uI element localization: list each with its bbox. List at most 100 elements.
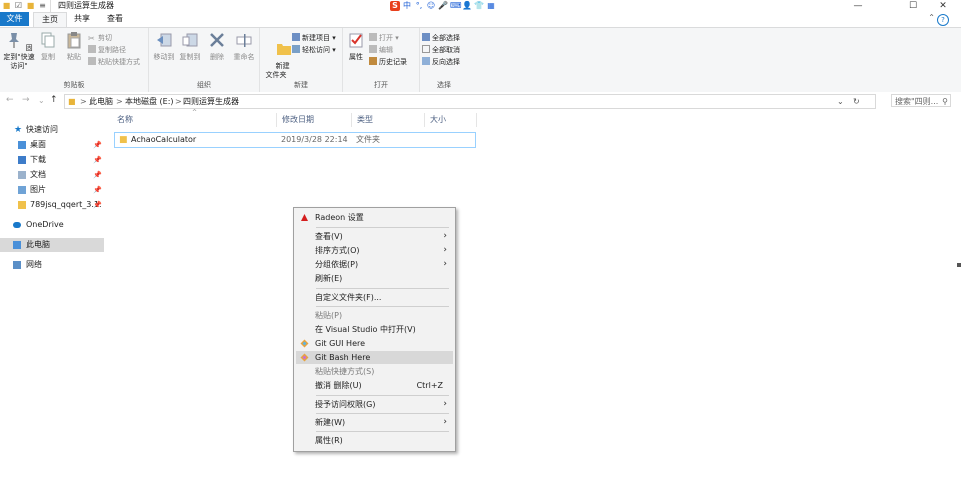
maximize-button[interactable]: ☐ bbox=[898, 0, 928, 12]
address-dropdown-icon[interactable]: ⌄ bbox=[837, 95, 844, 108]
menu-item-git-gui[interactable]: Git GUI Here bbox=[296, 337, 453, 350]
breadcrumb-current-folder[interactable]: 四则运算生成器 bbox=[183, 95, 239, 108]
tab-share[interactable]: 共享 bbox=[69, 12, 95, 26]
sogou-logo-icon[interactable]: S bbox=[390, 1, 400, 11]
search-input[interactable]: 搜索"四则... ⚲ bbox=[891, 94, 951, 107]
help-icon[interactable]: ? bbox=[937, 14, 949, 26]
menu-item-properties[interactable]: 属性(R) bbox=[296, 434, 453, 447]
select-all-button[interactable]: 全部选择 bbox=[422, 32, 460, 44]
chevron-right-icon: › bbox=[443, 231, 447, 241]
cut-button[interactable]: ✂ 剪切 bbox=[88, 32, 112, 44]
ime-shirt-icon[interactable]: 👕 bbox=[474, 1, 484, 11]
tab-view[interactable]: 查看 bbox=[101, 12, 129, 26]
paste-shortcut-button[interactable]: 粘贴快捷方式 bbox=[88, 56, 140, 68]
rename-button[interactable]: 重命名 bbox=[231, 31, 257, 62]
nav-network[interactable]: 网络 bbox=[0, 258, 104, 272]
properties-quick-icon[interactable]: ☑ bbox=[14, 1, 23, 10]
menu-item-view[interactable]: 查看(V) › bbox=[296, 230, 453, 243]
nav-item-folder[interactable]: 789jsq_qqert_3.1. 📌 bbox=[0, 198, 104, 212]
menu-item-undo-delete[interactable]: 撤消 删除(U) Ctrl+Z bbox=[296, 379, 453, 392]
menu-separator bbox=[316, 413, 449, 414]
paste-button[interactable]: 粘贴 bbox=[62, 31, 86, 62]
delete-button[interactable]: 删除 bbox=[206, 31, 228, 62]
menu-separator bbox=[316, 306, 449, 307]
menu-item-paste[interactable]: 粘贴(P) bbox=[296, 309, 453, 322]
copy-button[interactable]: 复制 bbox=[36, 31, 60, 62]
history-icon bbox=[369, 57, 377, 65]
history-button[interactable]: 历史记录 bbox=[369, 56, 407, 68]
paste-icon bbox=[67, 32, 81, 49]
column-type[interactable]: 类型 bbox=[352, 113, 425, 127]
quick-access-dropdown-icon[interactable]: ≡ bbox=[38, 1, 47, 10]
invert-selection-button[interactable]: 反向选择 bbox=[422, 56, 460, 68]
column-size[interactable]: 大小 bbox=[425, 113, 477, 127]
close-button[interactable]: ✕ bbox=[928, 0, 958, 12]
file-date: 2019/3/28 22:14 bbox=[281, 135, 348, 144]
move-to-button[interactable]: 移动到 bbox=[152, 31, 176, 62]
pin-quick-access-button[interactable]: 固定到"快速访问" bbox=[2, 31, 36, 71]
address-row: ← → ⌄ ↑ ■ > 此电脑 > 本地磁盘 (E:) > 四则运算生成器 ⌄ … bbox=[0, 92, 961, 109]
star-icon: ★ bbox=[14, 125, 23, 135]
menu-item-refresh[interactable]: 刷新(E) bbox=[296, 272, 453, 285]
breadcrumb-this-pc[interactable]: 此电脑 bbox=[89, 95, 113, 108]
tab-home[interactable]: 主页 bbox=[33, 12, 67, 27]
nav-onedrive[interactable]: OneDrive bbox=[0, 218, 104, 232]
new-item-button[interactable]: 新建项目 ▾ bbox=[292, 32, 336, 44]
nav-item-downloads[interactable]: 下载 📌 bbox=[0, 153, 104, 167]
resize-handle[interactable] bbox=[957, 263, 961, 267]
edit-button[interactable]: 编辑 bbox=[369, 44, 393, 56]
forward-button[interactable]: → bbox=[22, 95, 30, 106]
properties-button[interactable]: 属性 bbox=[345, 31, 367, 62]
menu-item-new[interactable]: 新建(W) › bbox=[296, 416, 453, 429]
sort-chevron-up-icon: ^ bbox=[192, 109, 198, 116]
copy-to-button[interactable]: 复制到 bbox=[178, 31, 202, 62]
pin-icon: 📌 bbox=[93, 156, 102, 164]
scissors-icon: ✂ bbox=[88, 34, 95, 43]
ime-toolbox-icon[interactable]: ▦ bbox=[486, 1, 496, 11]
back-button[interactable]: ← bbox=[6, 95, 14, 106]
ime-language[interactable]: 中 bbox=[402, 1, 412, 11]
table-row[interactable]: ■ AchaoCalculator 2019/3/28 22:14 文件夹 bbox=[114, 132, 476, 148]
minimize-button[interactable]: — bbox=[843, 0, 873, 12]
column-date[interactable]: 修改日期 bbox=[277, 113, 352, 127]
nav-this-pc[interactable]: 此电脑 bbox=[0, 238, 104, 252]
nav-item-desktop[interactable]: 桌面 📌 bbox=[0, 138, 104, 152]
ime-voice-icon[interactable]: 🎤 bbox=[438, 1, 448, 11]
select-none-button[interactable]: 全部取消 bbox=[422, 44, 460, 56]
menu-item-git-bash[interactable]: Git Bash Here bbox=[296, 351, 453, 364]
address-bar[interactable]: ■ > 此电脑 > 本地磁盘 (E:) > 四则运算生成器 ⌄ ↻ bbox=[64, 94, 876, 109]
new-folder-quick-icon[interactable]: ■ bbox=[26, 1, 35, 10]
cloud-icon bbox=[13, 222, 21, 228]
pin-icon: 📌 bbox=[93, 201, 102, 209]
up-button[interactable]: ↑ bbox=[50, 95, 58, 106]
open-icon bbox=[369, 33, 377, 41]
chevron-up-icon[interactable]: ⌃ bbox=[928, 13, 935, 22]
menu-item-radeon[interactable]: Radeon 设置 bbox=[296, 211, 453, 224]
open-button[interactable]: 打开 ▾ bbox=[369, 32, 399, 44]
recent-locations-button[interactable]: ⌄ bbox=[38, 95, 45, 106]
menu-item-sort[interactable]: 排序方式(O) › bbox=[296, 244, 453, 257]
menu-item-open-visual-studio[interactable]: 在 Visual Studio 中打开(V) bbox=[296, 323, 453, 336]
chevron-right-icon: › bbox=[443, 245, 447, 255]
navigation-pane: ★ 快速访问 桌面 📌 下载 📌 文档 📌 图片 📌 789jsq_qqert_… bbox=[0, 111, 106, 477]
menu-item-group[interactable]: 分组依据(P) › bbox=[296, 258, 453, 271]
ime-emoji-icon[interactable]: ☺ bbox=[426, 1, 436, 11]
ime-skin-icon[interactable]: 👤 bbox=[462, 1, 472, 11]
properties-icon bbox=[349, 33, 363, 48]
nav-item-documents[interactable]: 文档 📌 bbox=[0, 168, 104, 182]
easy-access-button[interactable]: 轻松访问 ▾ bbox=[292, 44, 336, 56]
ime-keyboard-icon[interactable]: ⌨ bbox=[450, 1, 462, 11]
pin-icon bbox=[9, 33, 20, 48]
refresh-icon[interactable]: ↻ bbox=[853, 95, 860, 108]
nav-quick-access[interactable]: ★ 快速访问 bbox=[0, 123, 104, 137]
nav-item-pictures[interactable]: 图片 📌 bbox=[0, 183, 104, 197]
copy-path-button[interactable]: 复制路径 bbox=[88, 44, 126, 56]
menu-item-paste-shortcut[interactable]: 粘贴快捷方式(S) bbox=[296, 365, 453, 378]
ime-punct-icon[interactable]: °, bbox=[414, 1, 424, 11]
menu-item-grant-access[interactable]: 授予访问权限(G) › bbox=[296, 398, 453, 411]
file-name: AchaoCalculator bbox=[131, 135, 197, 144]
menu-item-customize-folder[interactable]: 自定义文件夹(F)... bbox=[296, 291, 453, 304]
breadcrumb-drive[interactable]: 本地磁盘 (E:) bbox=[125, 95, 174, 108]
chevron-right-icon: › bbox=[443, 417, 447, 427]
tab-file[interactable]: 文件 bbox=[0, 12, 29, 26]
